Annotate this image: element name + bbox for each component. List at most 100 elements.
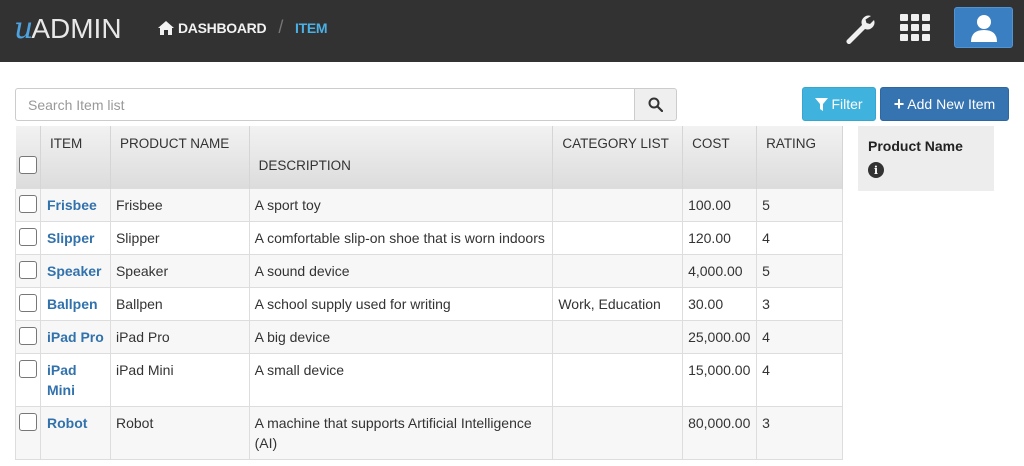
row-checkbox-cell	[15, 352, 41, 407]
description-cell: A machine that supports Artificial Intel…	[248, 405, 554, 460]
cost-cell: 100.00	[682, 187, 758, 222]
grid-icon[interactable]	[899, 13, 931, 48]
header-rating[interactable]: RATING	[756, 126, 843, 188]
rating-cell: 3	[756, 286, 843, 321]
cost-cell: 80,000.00	[682, 405, 758, 460]
add-new-item-button[interactable]: + Add New Item	[880, 87, 1009, 121]
table-row[interactable]: iPad Pro iPad Pro A big device 25,000.00…	[15, 319, 843, 354]
description-cell: A comfortable slip-on shoe that is worn …	[248, 220, 554, 255]
item-link[interactable]: Robot	[40, 405, 111, 460]
breadcrumb-current: ITEM	[295, 19, 328, 36]
add-new-item-label: Add New Item	[907, 96, 996, 112]
search-button[interactable]	[634, 88, 677, 121]
item-link[interactable]: iPad Mini	[40, 352, 111, 407]
plus-icon: +	[893, 94, 905, 114]
row-checkbox-cell	[15, 220, 41, 255]
breadcrumb-separator: /	[278, 17, 284, 37]
category-cell	[552, 253, 684, 288]
category-cell	[552, 352, 684, 407]
user-menu-button[interactable]	[954, 7, 1013, 48]
product-name-cell: Ballpen	[109, 286, 250, 321]
category-cell	[552, 220, 684, 255]
cost-cell: 4,000.00	[682, 253, 758, 288]
home-icon	[158, 20, 174, 35]
row-checkbox[interactable]	[19, 293, 37, 312]
item-link[interactable]: Frisbee	[40, 187, 111, 222]
description-cell: A small device	[248, 352, 554, 407]
cost-cell: 25,000.00	[682, 319, 758, 354]
wrench-icon[interactable]	[843, 12, 875, 49]
row-checkbox[interactable]	[19, 412, 37, 431]
category-cell: Work, Education	[552, 286, 684, 321]
header-cost[interactable]: COST	[682, 126, 758, 188]
search-input[interactable]	[15, 88, 634, 121]
row-checkbox-cell	[15, 253, 41, 288]
items-table: ITEM PRODUCT NAME DESCRIPTION CATEGORY L…	[15, 126, 843, 460]
item-link[interactable]: Speaker	[40, 253, 111, 288]
search-bar	[15, 88, 677, 121]
breadcrumb-dashboard-label: DASHBOARD	[178, 19, 267, 36]
row-checkbox[interactable]	[19, 326, 37, 345]
table-row[interactable]: Speaker Speaker A sound device 4,000.00 …	[15, 253, 843, 288]
panel-title: Product Name	[868, 138, 963, 154]
item-link[interactable]: Slipper	[40, 220, 111, 255]
product-name-cell: Frisbee	[109, 187, 250, 222]
table-row[interactable]: Robot Robot A machine that supports Arti…	[15, 405, 843, 460]
description-cell: A sport toy	[248, 187, 554, 222]
select-all-checkbox[interactable]	[19, 156, 37, 174]
cost-cell: 30.00	[682, 286, 758, 321]
header-description[interactable]: DESCRIPTION	[248, 126, 554, 188]
product-name-cell: iPad Pro	[109, 319, 250, 354]
description-cell: A school supply used for writing	[248, 286, 554, 321]
select-all-header	[15, 126, 41, 188]
product-name-cell: Robot	[109, 405, 250, 460]
row-checkbox-cell	[15, 187, 41, 222]
table-header-row: ITEM PRODUCT NAME DESCRIPTION CATEGORY L…	[15, 126, 843, 188]
row-checkbox[interactable]	[19, 194, 37, 213]
header-category-list[interactable]: CATEGORY LIST	[552, 126, 684, 188]
row-checkbox[interactable]	[19, 359, 37, 378]
rating-cell: 5	[756, 253, 843, 288]
category-cell	[552, 187, 684, 222]
filter-button-label: Filter	[831, 96, 863, 112]
rating-cell: 4	[756, 319, 843, 354]
description-cell: A sound device	[248, 253, 554, 288]
rating-cell: 3	[756, 405, 843, 460]
info-icon[interactable]: i	[868, 162, 884, 178]
top-navbar: u ADMIN DASHBOARD / ITEM	[0, 0, 1024, 62]
logo-text: ADMIN	[31, 13, 122, 44]
header-item[interactable]: ITEM	[40, 126, 111, 188]
header-product-name[interactable]: PRODUCT NAME	[109, 126, 250, 188]
category-cell	[552, 405, 684, 460]
category-cell	[552, 319, 684, 354]
filter-icon	[815, 97, 829, 111]
logo-mark: u	[14, 11, 33, 46]
item-link[interactable]: iPad Pro	[40, 319, 111, 354]
app-logo[interactable]: u ADMIN	[14, 11, 122, 47]
filter-button[interactable]: Filter	[802, 87, 876, 121]
table-row[interactable]: iPad Mini iPad Mini A small device 15,00…	[15, 352, 843, 407]
table-row[interactable]: Frisbee Frisbee A sport toy 100.00 5	[15, 187, 843, 222]
breadcrumb: DASHBOARD / ITEM	[158, 17, 328, 38]
row-checkbox[interactable]	[19, 260, 37, 279]
search-icon	[648, 97, 663, 112]
item-link[interactable]: Ballpen	[40, 286, 111, 321]
row-checkbox-cell	[15, 319, 41, 354]
cost-cell: 120.00	[682, 220, 758, 255]
product-name-cell: Slipper	[109, 220, 250, 255]
user-icon	[970, 14, 997, 42]
row-checkbox-cell	[15, 405, 41, 460]
row-checkbox-cell	[15, 286, 41, 321]
rating-cell: 4	[756, 220, 843, 255]
product-name-cell: Speaker	[109, 253, 250, 288]
table-row[interactable]: Ballpen Ballpen A school supply used for…	[15, 286, 843, 321]
rating-cell: 5	[756, 187, 843, 222]
breadcrumb-dashboard-link[interactable]: DASHBOARD	[158, 19, 267, 36]
product-name-panel: Product Name i	[858, 126, 994, 191]
description-cell: A big device	[248, 319, 554, 354]
product-name-cell: iPad Mini	[109, 352, 250, 407]
row-checkbox[interactable]	[19, 227, 37, 246]
rating-cell: 4	[756, 352, 843, 407]
cost-cell: 15,000.00	[682, 352, 758, 407]
table-row[interactable]: Slipper Slipper A comfortable slip-on sh…	[15, 220, 843, 255]
